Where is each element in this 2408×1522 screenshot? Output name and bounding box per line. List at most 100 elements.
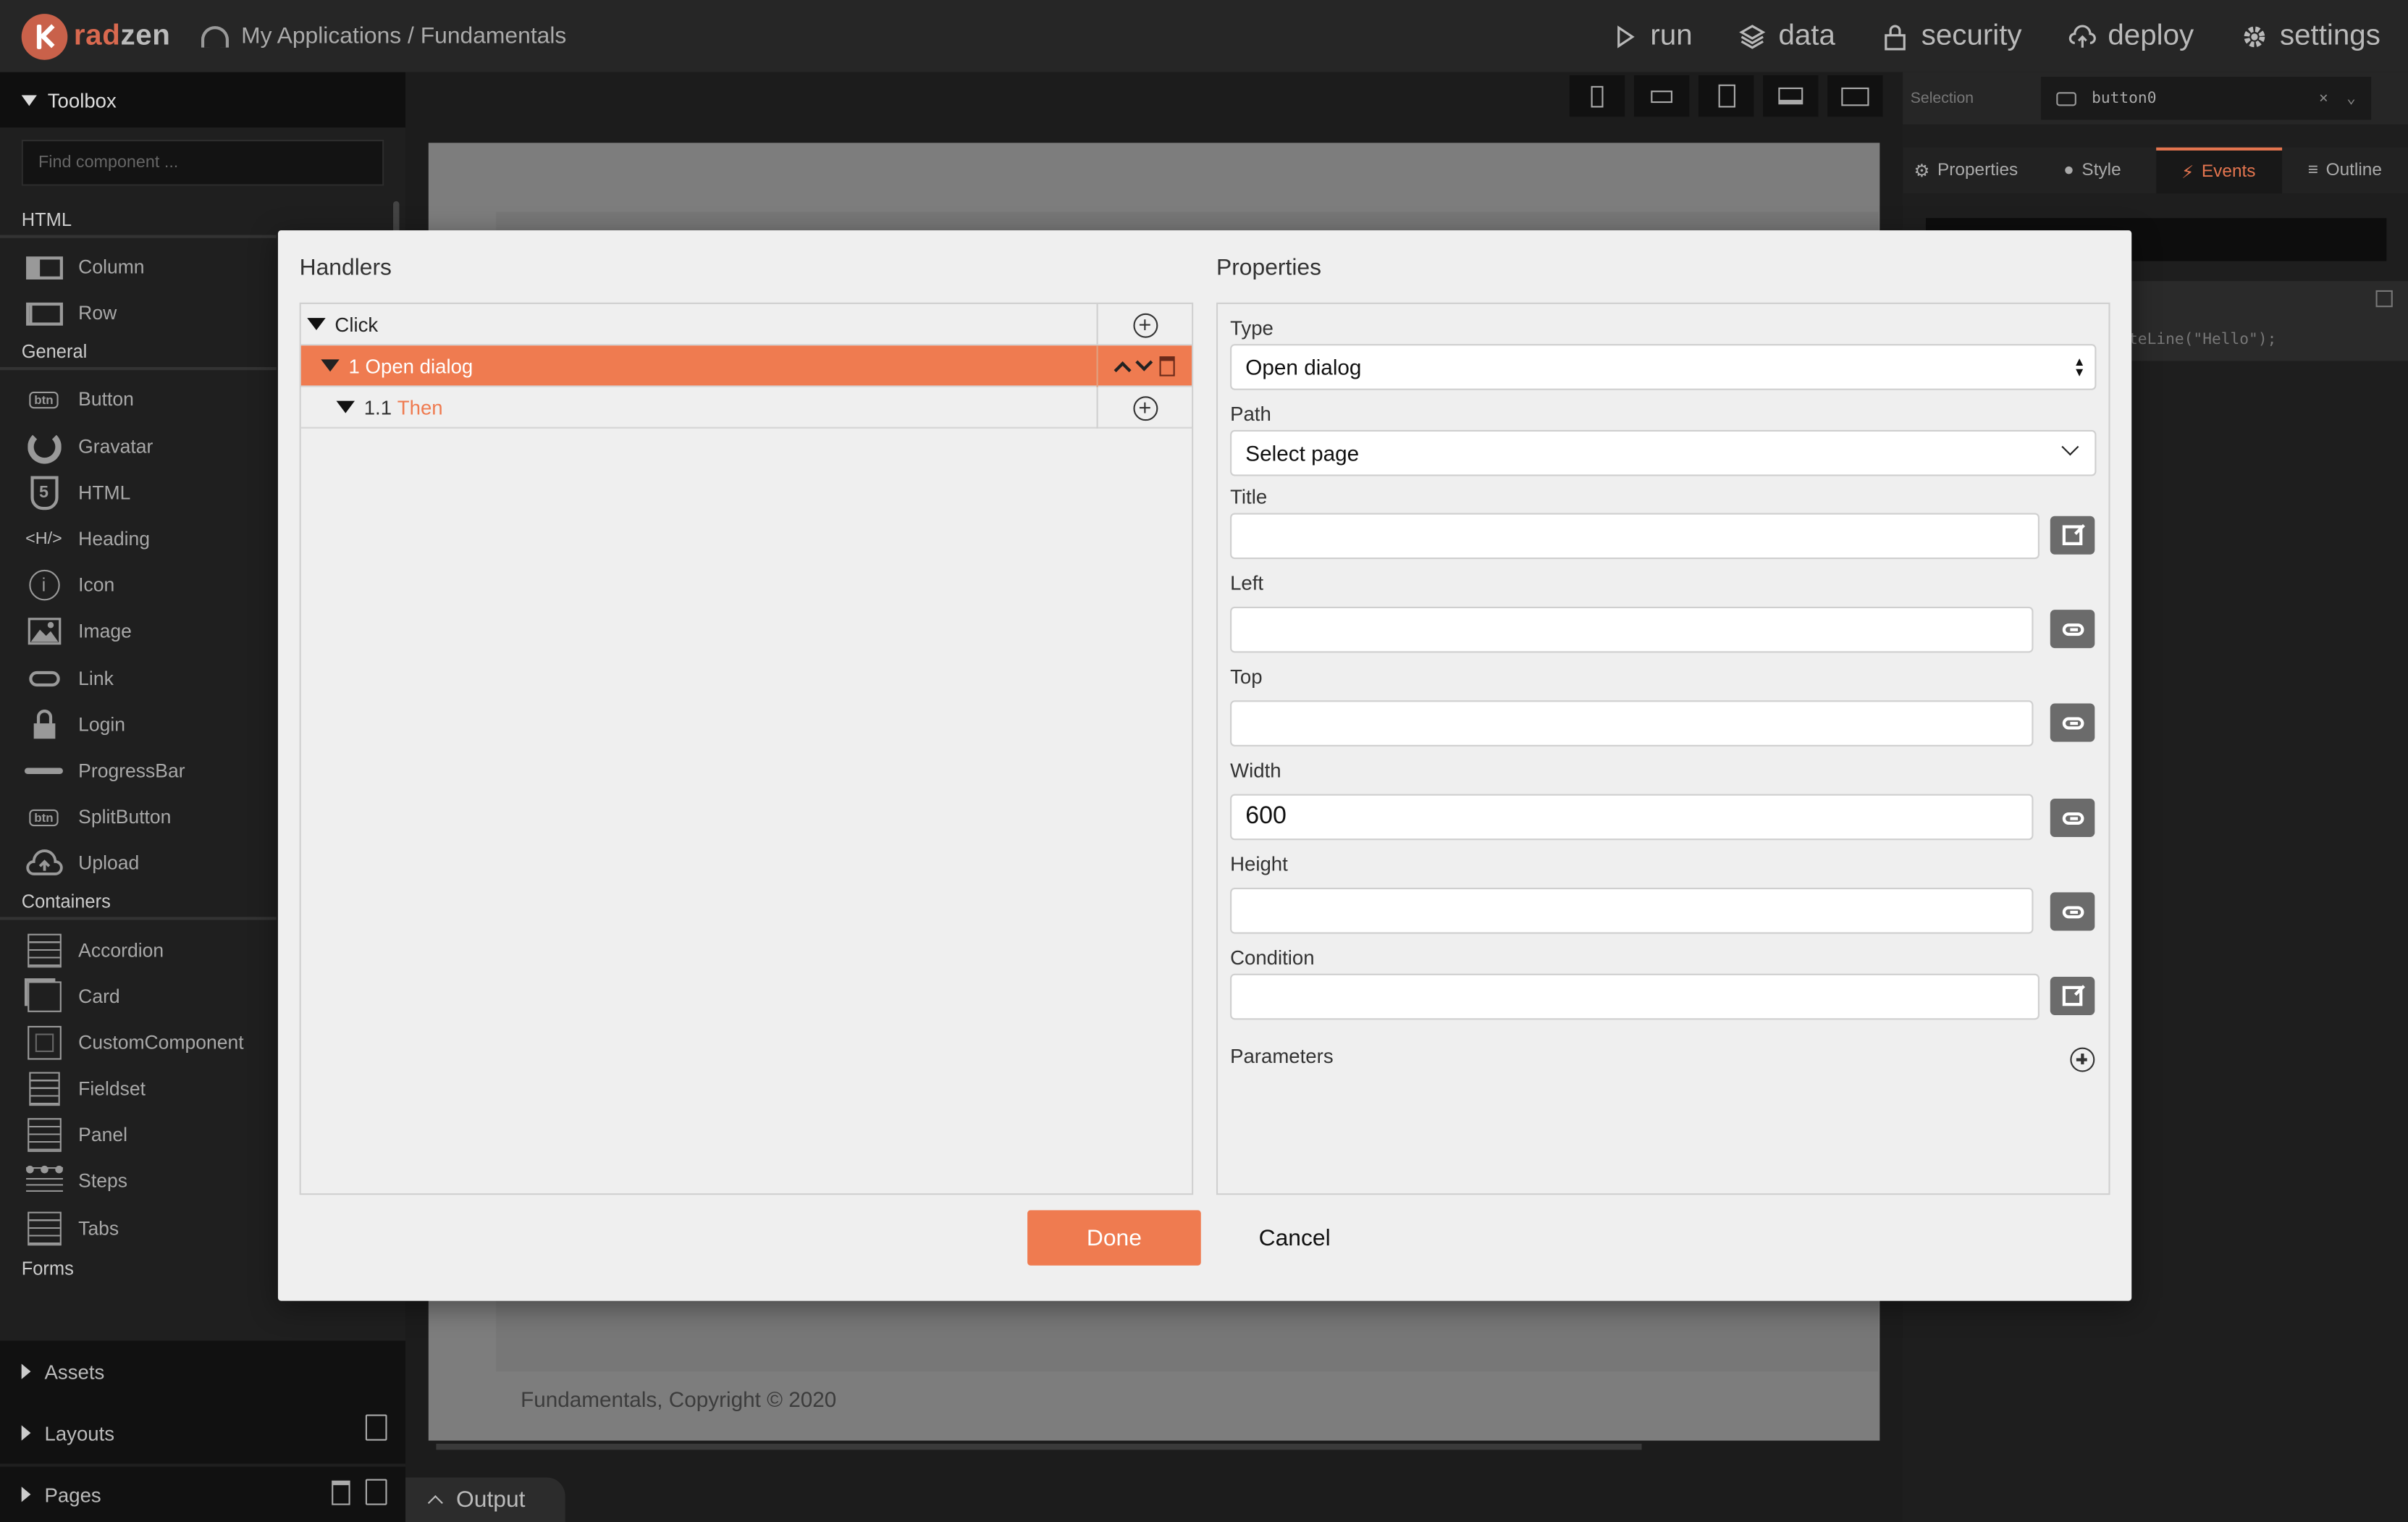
dashboard-icon	[201, 25, 230, 47]
tab-outline[interactable]: ≡ Outline	[2282, 148, 2408, 194]
play-icon	[1617, 25, 1634, 48]
tab-events-label: Events	[2201, 162, 2256, 182]
pages-section[interactable]: Pages	[0, 1466, 405, 1522]
tab-style[interactable]: ● Style	[2029, 148, 2155, 194]
button-icon-text: btn	[29, 391, 59, 409]
top-bar: radzen My Applications / Fundamentals ru…	[0, 0, 2408, 72]
list-icon: ≡	[2307, 161, 2318, 180]
path-value: Select page	[1245, 440, 1360, 466]
radzen-logo[interactable]: radzen	[21, 13, 171, 59]
handler-event-row[interactable]: Click	[300, 303, 1192, 346]
left-input[interactable]	[1230, 606, 2034, 653]
delete-icon[interactable]	[1158, 356, 1174, 377]
toolbox-item-label: Row	[78, 303, 117, 325]
tab-events[interactable]: ⚡ Events	[2155, 147, 2282, 194]
assets-label: Assets	[44, 1360, 105, 1384]
nav-security[interactable]: security	[1882, 20, 2022, 54]
clear-icon[interactable]: ×	[2319, 90, 2328, 106]
tablet-landscape-icon[interactable]	[1763, 75, 1819, 117]
fieldset-icon	[25, 1072, 63, 1106]
assets-section[interactable]: Assets	[0, 1340, 405, 1403]
phone-portrait-icon[interactable]	[1569, 75, 1625, 117]
height-input[interactable]	[1230, 887, 2034, 934]
layouts-section[interactable]: Layouts	[0, 1402, 405, 1464]
palette-icon: ●	[2063, 161, 2074, 180]
layers-icon	[1739, 24, 1766, 49]
caret-down-icon	[21, 94, 37, 106]
height-label: Height	[1230, 852, 1288, 876]
panel-icon	[25, 1118, 63, 1153]
condition-expression-button[interactable]	[2050, 977, 2095, 1016]
move-up-icon[interactable]	[1113, 361, 1131, 379]
edit-icon[interactable]	[2375, 290, 2393, 308]
cloud-upload-icon	[25, 849, 63, 879]
tab-properties[interactable]: ⚙ Properties	[1903, 148, 2029, 194]
width-input[interactable]: 600	[1230, 794, 2034, 841]
page-footer-text[interactable]: Fundamentals, Copyright © 2020	[521, 1387, 836, 1411]
card-icon	[25, 980, 63, 1012]
handler-action-row[interactable]: 1 Open dialog	[300, 345, 1192, 387]
caret-down-icon[interactable]	[336, 400, 355, 413]
nav-settings[interactable]: settings	[2240, 20, 2380, 54]
move-down-icon[interactable]	[1134, 353, 1153, 371]
type-select[interactable]: Open dialog ▲ ▼	[1230, 344, 2097, 390]
properties-title: Properties	[1216, 255, 1322, 282]
output-tab[interactable]: Output	[405, 1477, 565, 1522]
toolbox-item-label: Gravatar	[78, 435, 153, 458]
toolbox-item-label: Fieldset	[78, 1078, 146, 1100]
toolbox-item-label: Column	[78, 256, 145, 279]
device-preview-bar	[1569, 75, 1883, 117]
width-bind-button[interactable]	[2050, 798, 2095, 837]
path-dropdown[interactable]: Select page	[1230, 429, 2097, 476]
properties-form: Type Open dialog ▲ ▼ Path Select page Tit…	[1216, 302, 2110, 1195]
trash-icon[interactable]	[332, 1480, 350, 1505]
left-bind-button[interactable]	[2050, 610, 2095, 649]
tabs-icon	[25, 1211, 63, 1245]
new-layout-icon[interactable]	[365, 1414, 387, 1441]
add-then-action-icon[interactable]	[1132, 395, 1158, 421]
toolbox-header[interactable]: Toolbox	[0, 72, 405, 128]
title-input[interactable]	[1230, 513, 2039, 560]
nav-data[interactable]: data	[1738, 20, 1835, 54]
new-page-icon[interactable]	[365, 1479, 387, 1505]
desktop-icon[interactable]	[1827, 75, 1883, 117]
cancel-button[interactable]: Cancel	[1218, 1210, 1371, 1265]
add-parameter-icon[interactable]	[2070, 1047, 2095, 1072]
category-general: General	[0, 337, 277, 371]
nav-security-label: security	[1921, 19, 2022, 52]
caret-down-icon[interactable]	[321, 359, 340, 372]
phone-landscape-icon[interactable]	[1633, 75, 1690, 117]
breadcrumb-text[interactable]: My Applications / Fundamentals	[241, 23, 566, 49]
gear-icon: ⚙	[1914, 162, 1930, 182]
chevron-down-icon[interactable]: ⌄	[2346, 90, 2356, 106]
find-component-placeholder: Find component ...	[38, 154, 179, 172]
top-input[interactable]	[1230, 700, 2034, 747]
tablet-portrait-icon[interactable]	[1698, 75, 1754, 117]
category-html: HTML	[0, 204, 277, 238]
breadcrumb[interactable]: My Applications / Fundamentals	[201, 23, 566, 49]
canvas-horizontal-scrollbar[interactable]	[436, 1443, 1642, 1450]
add-action-icon[interactable]	[1132, 312, 1158, 337]
title-expression-button[interactable]	[2050, 516, 2095, 555]
type-label: Type	[1230, 316, 1274, 340]
height-bind-button[interactable]	[2050, 892, 2095, 931]
condition-label: Condition	[1230, 946, 1315, 970]
category-containers: Containers	[0, 887, 277, 921]
top-bind-button[interactable]	[2050, 703, 2095, 742]
tab-properties-label: Properties	[1937, 161, 2018, 180]
selection-dropdown[interactable]: button0 × ⌄	[2041, 77, 2372, 120]
caret-down-icon[interactable]	[307, 318, 326, 331]
nav-deploy[interactable]: deploy	[2068, 20, 2194, 54]
handlers-title: Handlers	[299, 255, 392, 282]
handler-then-row[interactable]: 1.1 Then	[300, 387, 1192, 429]
find-component-input[interactable]: Find component ...	[21, 140, 384, 186]
progressbar-icon	[24, 756, 63, 786]
nav-run[interactable]: run	[1610, 20, 1693, 54]
path-label: Path	[1230, 402, 1271, 426]
output-label: Output	[455, 1487, 526, 1513]
toolbox-item-label: Card	[78, 985, 120, 1007]
done-button[interactable]: Done	[1027, 1210, 1201, 1266]
then-number: 1.1	[363, 395, 392, 419]
condition-input[interactable]	[1230, 973, 2039, 1020]
nav-settings-label: settings	[2279, 19, 2380, 52]
